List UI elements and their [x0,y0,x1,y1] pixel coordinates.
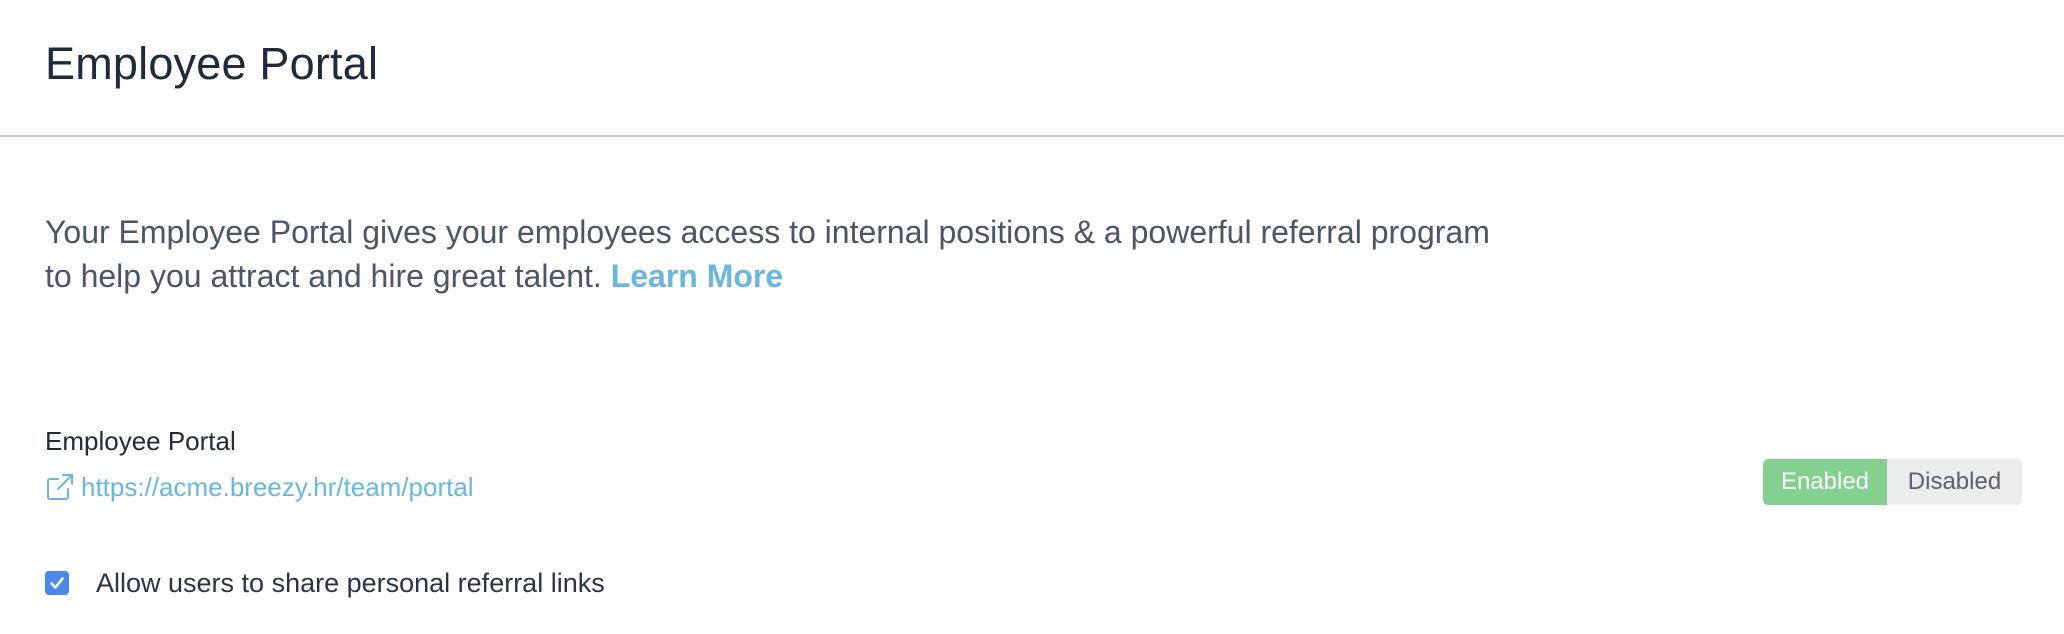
disabled-option[interactable]: Disabled [1887,459,2022,505]
portal-description: Your Employee Portal gives your employee… [45,210,1565,298]
description-line-2: to help you attract and hire great talen… [45,258,602,294]
portal-url-link[interactable]: https://acme.breezy.hr/team/portal [45,469,474,505]
portal-url-text: https://acme.breezy.hr/team/portal [81,471,474,502]
checkmark-icon [50,577,64,589]
external-link-icon [45,472,75,502]
share-referral-links-label[interactable]: Allow users to share personal referral l… [96,568,605,599]
enabled-option[interactable]: Enabled [1763,459,1887,505]
description-line-1: Your Employee Portal gives your employee… [45,214,1490,250]
portal-status-toggle: Enabled Disabled [1763,459,2022,505]
share-referral-links-checkbox[interactable] [45,571,69,595]
share-referral-links-setting: Allow users to share personal referral l… [45,565,605,601]
employee-portal-label: Employee Portal [45,426,236,456]
page-title: Employee Portal [45,38,379,89]
learn-more-link[interactable]: Learn More [611,258,783,294]
page-header: Employee Portal [0,0,2064,137]
